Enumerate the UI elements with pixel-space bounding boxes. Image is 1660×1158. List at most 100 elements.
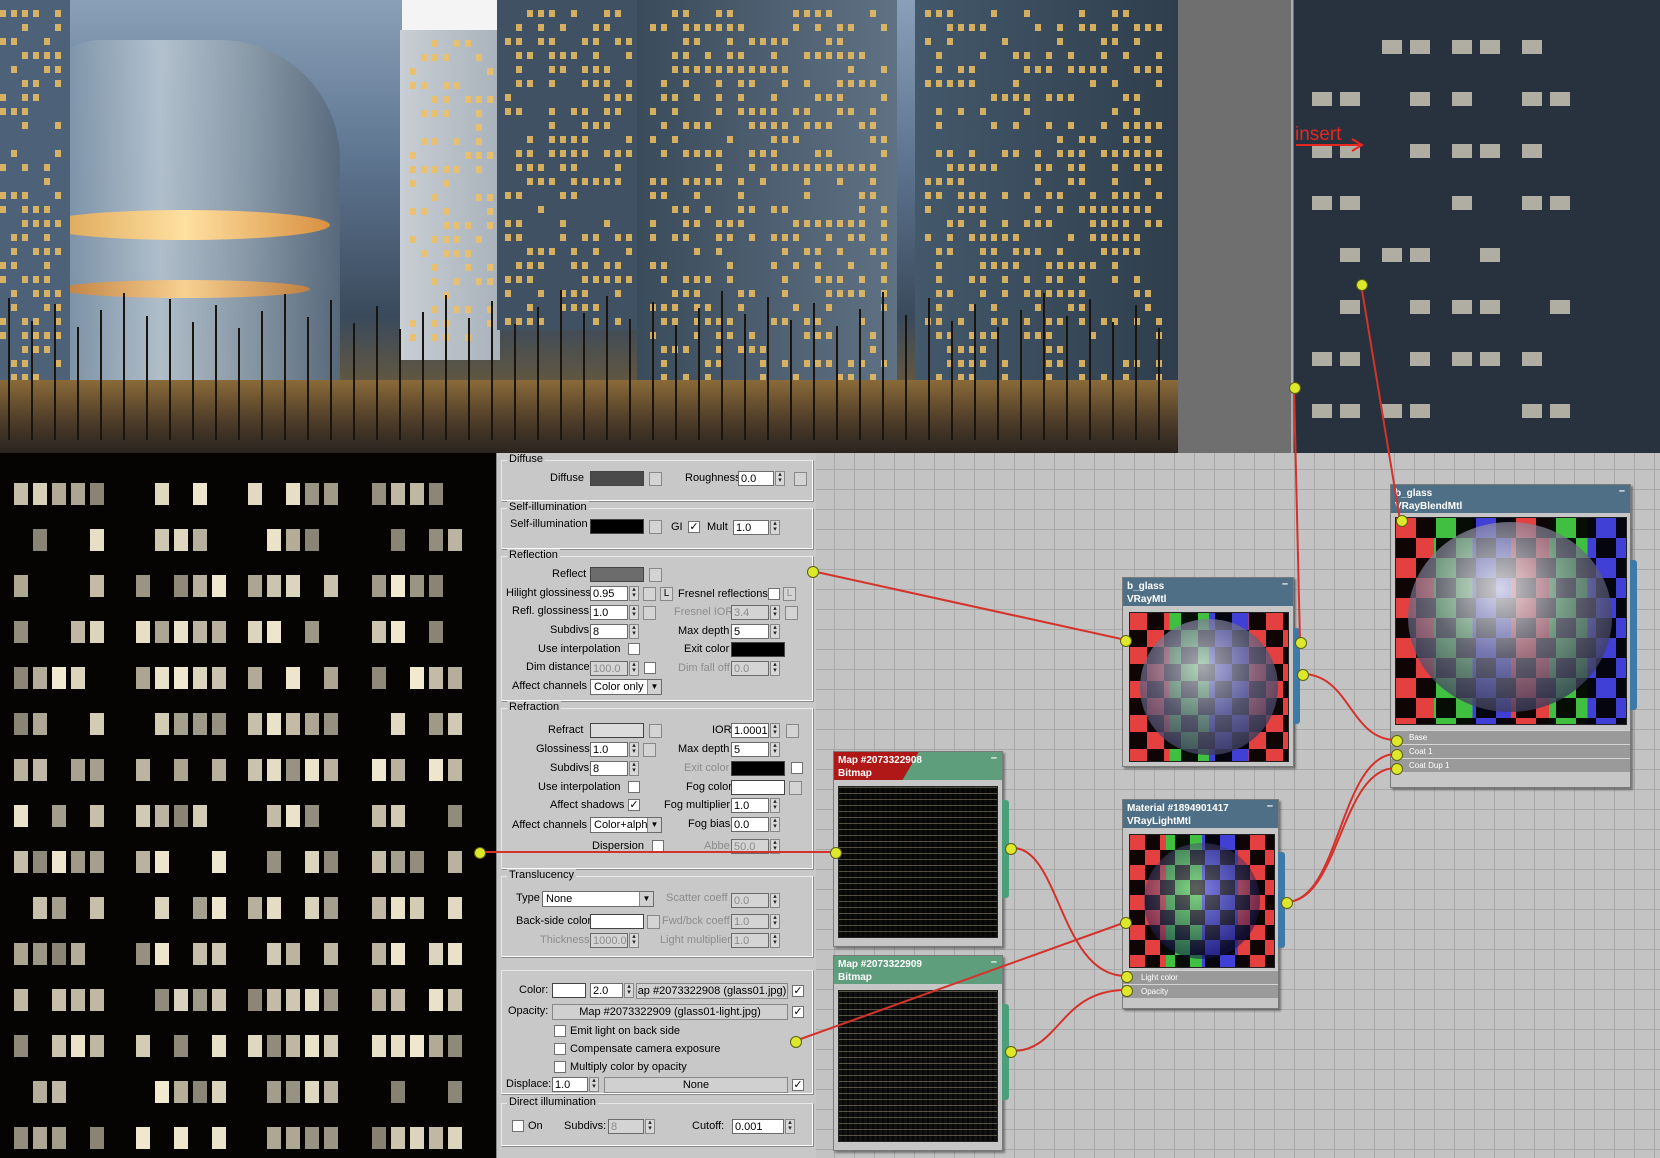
abbe-spinner[interactable]: 50.0 [731, 839, 769, 854]
spinner-arrows[interactable]: ▴ ▾ [770, 839, 780, 854]
spinner-arrows[interactable]: ▴ ▾ [629, 624, 639, 639]
node-output-tab[interactable] [1630, 560, 1637, 710]
material-preview[interactable] [1129, 612, 1289, 762]
spinner-arrows[interactable]: ▴ ▾ [770, 661, 780, 676]
dim-distance-checkbox[interactable] [644, 662, 656, 674]
node-vraymtl[interactable]: b_glass VRayMtl – [1122, 577, 1294, 767]
exit-color-swatch[interactable] [731, 642, 785, 657]
slot-coat-dup-1[interactable]: Coat Dup 1 [1391, 758, 1630, 772]
light-color-swatch[interactable] [552, 983, 586, 998]
spinner-arrows[interactable]: ▴ ▾ [770, 817, 780, 832]
minimize-icon[interactable]: – [1267, 800, 1273, 813]
lock-hilight-button[interactable]: L [660, 587, 673, 601]
port[interactable] [830, 847, 842, 859]
spinner-arrows[interactable]: ▴ ▾ [629, 742, 639, 757]
subdivs-spinner[interactable]: 8 [590, 761, 628, 776]
spinner-arrows[interactable]: ▴ ▾ [770, 742, 780, 757]
spinner-arrows[interactable]: ▴ ▾ [629, 661, 639, 676]
glossiness-map-button[interactable] [643, 743, 656, 757]
node-vraylightmtl[interactable]: Material #1894901417 VRayLightMtl – Ligh… [1122, 799, 1279, 1009]
slot-light-color[interactable]: Light color [1123, 970, 1278, 984]
spinner-arrows[interactable]: ▴ ▾ [785, 1119, 795, 1134]
dim-fall-off-spinner[interactable]: 0.0 [731, 661, 769, 676]
fresnel-reflections-checkbox[interactable] [768, 588, 780, 600]
affect-shadows-checkbox[interactable]: ✓ [628, 799, 640, 811]
refl-glossiness-map-button[interactable] [643, 606, 656, 620]
fresnel-lock-button[interactable]: L [783, 587, 796, 601]
node-vrayblendmtl[interactable]: b_glass VRayBlendMtl – Base Coat 1 Coat … [1390, 484, 1631, 788]
port[interactable] [1005, 1046, 1017, 1058]
dispersion-checkbox[interactable] [652, 840, 664, 852]
spinner-arrows[interactable]: ▴ ▾ [770, 893, 780, 908]
spinner-arrows[interactable]: ▴ ▾ [770, 798, 780, 813]
translucency-type-dropdown[interactable]: None ▼ [542, 891, 654, 907]
use-interpolation-checkbox[interactable] [628, 643, 640, 655]
scatter-coeff-spinner[interactable]: 0.0 [731, 893, 769, 908]
port[interactable] [474, 847, 486, 859]
fog-color-swatch[interactable] [731, 780, 785, 795]
self-illumination-color-swatch[interactable] [590, 519, 644, 534]
color-map-checkbox[interactable]: ✓ [792, 985, 804, 997]
spinner-arrows[interactable]: ▴ ▾ [629, 761, 639, 776]
spinner-arrows[interactable]: ▴ ▾ [629, 933, 639, 948]
spinner-arrows[interactable]: ▴ ▾ [589, 1077, 599, 1092]
spinner-arrows[interactable]: ▴ ▾ [775, 471, 785, 486]
mult-spinner[interactable]: 1.0 [733, 520, 769, 535]
fresnel-ior-map-button[interactable] [785, 606, 798, 620]
port[interactable] [1391, 735, 1403, 747]
fog-bias-spinner[interactable]: 0.0 [731, 817, 769, 832]
fog-color-map-button[interactable] [789, 781, 802, 795]
roughness-map-button[interactable] [794, 472, 807, 486]
fog-multiplier-spinner[interactable]: 1.0 [731, 798, 769, 813]
opacity-map-button[interactable]: Map #2073322909 (glass01-light.jpg) [552, 1004, 788, 1020]
spinner-arrows[interactable]: ▴ ▾ [645, 1119, 655, 1134]
spinner-arrows[interactable]: ▴ ▾ [629, 586, 639, 601]
light-multiplier-spinner[interactable]: 1.0 [731, 933, 769, 948]
use-interpolation-checkbox[interactable] [628, 781, 640, 793]
refl-glossiness-spinner[interactable]: 1.0 [590, 605, 628, 620]
port[interactable] [807, 566, 819, 578]
node-header[interactable]: Map #2073322909 Bitmap – [834, 956, 1002, 984]
color-map-button[interactable]: ap #2073322908 (glass01.jpg) [636, 983, 788, 999]
spinner-arrows[interactable]: ▴ ▾ [770, 723, 780, 738]
minimize-icon[interactable]: – [991, 752, 997, 765]
material-preview[interactable] [1395, 517, 1627, 725]
gi-checkbox[interactable]: ✓ [688, 521, 700, 533]
max-depth-spinner[interactable]: 5 [731, 742, 769, 757]
port[interactable] [1289, 382, 1301, 394]
node-bitmap-2073322908[interactable]: Map #2073322908 Bitmap – [833, 751, 1003, 947]
node-header[interactable]: Map #2073322908 Bitmap – [834, 752, 1002, 780]
spinner-arrows[interactable]: ▴ ▾ [770, 914, 780, 929]
exit-color-swatch[interactable] [731, 761, 785, 776]
port[interactable] [1396, 515, 1408, 527]
glossiness-spinner[interactable]: 1.0 [590, 742, 628, 757]
port[interactable] [1120, 917, 1132, 929]
ior-spinner[interactable]: 1.0001 [731, 723, 769, 738]
spinner-arrows[interactable]: ▴ ▾ [770, 624, 780, 639]
opacity-map-checkbox[interactable]: ✓ [792, 1006, 804, 1018]
bitmap-preview[interactable] [838, 786, 998, 938]
slot-opacity[interactable]: Opacity [1123, 984, 1278, 998]
node-header[interactable]: b_glass VRayBlendMtl – [1391, 485, 1630, 513]
thickness-spinner[interactable]: 1000.0 [590, 933, 628, 948]
port[interactable] [1121, 971, 1133, 983]
fresnel-ior-spinner[interactable]: 3.4 [731, 605, 769, 620]
affect-channels-dropdown[interactable]: Color+alpha ▼ [590, 817, 662, 833]
compensate-exposure-checkbox[interactable] [554, 1043, 566, 1055]
port[interactable] [1356, 279, 1368, 291]
displace-map-button[interactable]: None [604, 1077, 788, 1093]
subdivs-spinner[interactable]: 8 [590, 624, 628, 639]
hilight-glossiness-spinner[interactable]: 0.95 [590, 586, 628, 601]
port[interactable] [1120, 635, 1132, 647]
port[interactable] [1391, 763, 1403, 775]
roughness-spinner[interactable]: 0.0 [738, 471, 774, 486]
port[interactable] [790, 1036, 802, 1048]
displace-map-checkbox[interactable]: ✓ [792, 1079, 804, 1091]
hilight-map-button[interactable] [643, 587, 656, 601]
emit-back-side-checkbox[interactable] [554, 1025, 566, 1037]
port[interactable] [1391, 749, 1403, 761]
direct-on-checkbox[interactable] [512, 1120, 524, 1132]
port[interactable] [1281, 897, 1293, 909]
exit-color-checkbox[interactable] [791, 762, 803, 774]
node-bitmap-2073322909[interactable]: Map #2073322909 Bitmap – [833, 955, 1003, 1151]
